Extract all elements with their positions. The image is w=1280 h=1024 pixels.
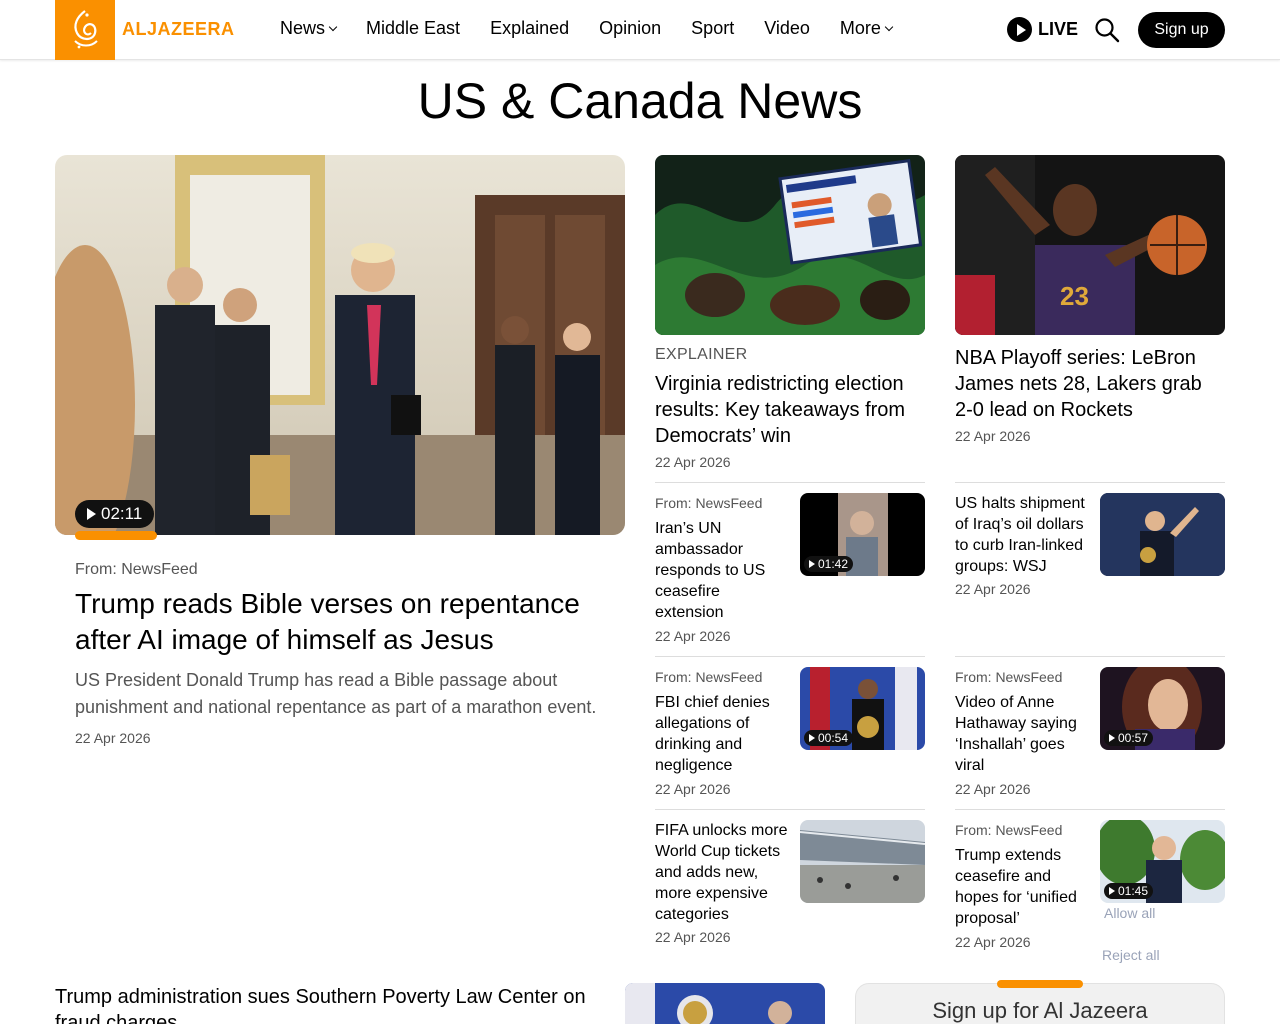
feature-photo xyxy=(655,155,925,335)
main-nav: News Middle East Explained Opinion Sport… xyxy=(280,18,922,39)
nav-news[interactable]: News xyxy=(280,18,338,39)
story-headline[interactable]: FBI chief denies allegations of drinking… xyxy=(655,692,790,776)
divider xyxy=(655,656,925,657)
story-source: From: NewsFeed xyxy=(955,669,1063,685)
video-duration-badge[interactable]: 02:11 xyxy=(75,500,155,528)
divider xyxy=(655,809,925,810)
story-date: 22 Apr 2026 xyxy=(655,929,731,945)
nav-explained[interactable]: Explained xyxy=(490,18,569,39)
story-thumbnail[interactable]: 00:54 xyxy=(800,667,925,750)
live-button[interactable]: LIVE xyxy=(1007,17,1078,42)
aljazeera-logo-icon xyxy=(74,10,98,49)
divider xyxy=(955,656,1225,657)
logo-wordmark[interactable]: ALJAZEERA xyxy=(122,19,235,40)
story-headline[interactable]: US halts shipment of Iraq’s oil dollars … xyxy=(955,493,1090,577)
aljazeera-logo[interactable] xyxy=(55,0,115,60)
play-icon xyxy=(87,508,96,520)
story-thumbnail[interactable]: 01:45 xyxy=(1100,820,1225,903)
story-date: 22 Apr 2026 xyxy=(955,781,1031,797)
video-duration-badge: 01:42 xyxy=(804,556,854,572)
thumbnail-photo xyxy=(800,820,925,903)
newsletter-heading: Sign up for Al Jazeera xyxy=(932,998,1148,1023)
signup-button[interactable]: Sign up xyxy=(1138,12,1225,48)
allow-all-button[interactable]: Allow all xyxy=(1104,905,1155,921)
thumbnail-photo xyxy=(1100,493,1225,576)
live-label: LIVE xyxy=(1038,19,1079,39)
nav-label: Opinion xyxy=(599,18,662,38)
hero-image[interactable] xyxy=(55,155,625,535)
svg-text:23: 23 xyxy=(1060,281,1089,311)
story-date: 22 Apr 2026 xyxy=(655,781,731,797)
divider xyxy=(655,482,925,483)
hero-headline[interactable]: Trump reads Bible verses on repentance a… xyxy=(75,586,605,658)
nav-label: More xyxy=(839,18,881,38)
feature-image-virginia[interactable] xyxy=(655,155,925,335)
story-date: 22 Apr 2026 xyxy=(655,628,731,644)
divider xyxy=(955,482,1225,483)
story-date: 22 Apr 2026 xyxy=(955,934,1031,950)
nav-sport[interactable]: Sport xyxy=(691,18,734,39)
nav-opinion[interactable]: Opinion xyxy=(599,18,661,39)
nav-middle-east[interactable]: Middle East xyxy=(366,18,460,39)
accent-bar xyxy=(997,980,1083,988)
feature-photo: 23 xyxy=(955,155,1225,335)
reject-all-button[interactable]: Reject all xyxy=(1102,947,1160,963)
page-title: US & Canada News xyxy=(417,73,863,129)
search-icon[interactable] xyxy=(1094,17,1120,43)
duration-text: 01:45 xyxy=(1118,884,1149,898)
play-icon xyxy=(1109,887,1115,895)
play-icon xyxy=(1109,734,1115,742)
nav-more[interactable]: More xyxy=(839,18,894,39)
chevron-down-icon xyxy=(884,22,894,31)
story-source: From: NewsFeed xyxy=(75,561,198,578)
story-headline[interactable]: Iran’s UN ambassador responds to US ceas… xyxy=(655,518,790,623)
feature-headline-virginia[interactable]: Virginia redistricting election results:… xyxy=(655,371,925,449)
story-source: From: NewsFeed xyxy=(655,669,763,685)
nav-label: Video xyxy=(764,18,810,38)
story-kicker: EXPLAINER xyxy=(655,346,748,363)
thumbnail-photo xyxy=(625,983,825,1024)
story-date: 22 Apr 2026 xyxy=(955,428,1031,444)
story-headline[interactable]: Trump extends ceasefire and hopes for ‘u… xyxy=(955,845,1090,929)
story-date: 22 Apr 2026 xyxy=(955,581,1031,597)
chevron-down-icon xyxy=(328,22,338,31)
story-date: 22 Apr 2026 xyxy=(655,454,731,470)
story-date: 22 Apr 2026 xyxy=(75,730,151,746)
feature-headline-nba[interactable]: NBA Playoff series: LeBron James nets 28… xyxy=(955,345,1225,423)
story-headline[interactable]: Trump administration sues Southern Pover… xyxy=(55,984,615,1024)
divider xyxy=(955,809,1225,810)
nav-label: Middle East xyxy=(366,18,461,38)
video-duration-badge: 01:45 xyxy=(1104,883,1154,899)
video-duration-badge: 00:54 xyxy=(804,730,854,746)
story-thumbnail[interactable] xyxy=(800,820,925,903)
story-thumbnail[interactable] xyxy=(1100,493,1225,576)
story-source: From: NewsFeed xyxy=(655,495,763,511)
nav-label: Sport xyxy=(691,18,735,38)
hero-summary: US President Donald Trump has read a Bib… xyxy=(75,670,597,717)
story-headline[interactable]: Video of Anne Hathaway saying ‘Inshallah… xyxy=(955,692,1090,776)
story-thumbnail[interactable]: 01:42 xyxy=(800,493,925,576)
nav-label: News xyxy=(280,18,326,38)
story-thumbnail[interactable] xyxy=(625,983,825,1024)
story-thumbnail[interactable]: 00:57 xyxy=(1100,667,1225,750)
video-progress-bar xyxy=(75,531,157,540)
site-header: ALJAZEERA News Middle East Explained Opi… xyxy=(0,0,1280,60)
play-icon xyxy=(809,560,815,568)
duration-text: 00:54 xyxy=(818,731,849,745)
feature-image-nba[interactable]: 23 xyxy=(955,155,1225,335)
nav-label: Explained xyxy=(490,18,570,38)
story-source: From: NewsFeed xyxy=(955,822,1063,838)
duration-text: 02:11 xyxy=(101,504,143,523)
duration-text: 01:42 xyxy=(818,557,849,571)
play-icon xyxy=(1007,17,1032,42)
story-headline[interactable]: FIFA unlocks more World Cup tickets and … xyxy=(655,820,790,925)
play-icon xyxy=(809,734,815,742)
nav-video[interactable]: Video xyxy=(764,18,810,39)
video-duration-badge: 00:57 xyxy=(1104,730,1154,746)
hero-photo xyxy=(55,155,625,535)
duration-text: 00:57 xyxy=(1118,731,1149,745)
